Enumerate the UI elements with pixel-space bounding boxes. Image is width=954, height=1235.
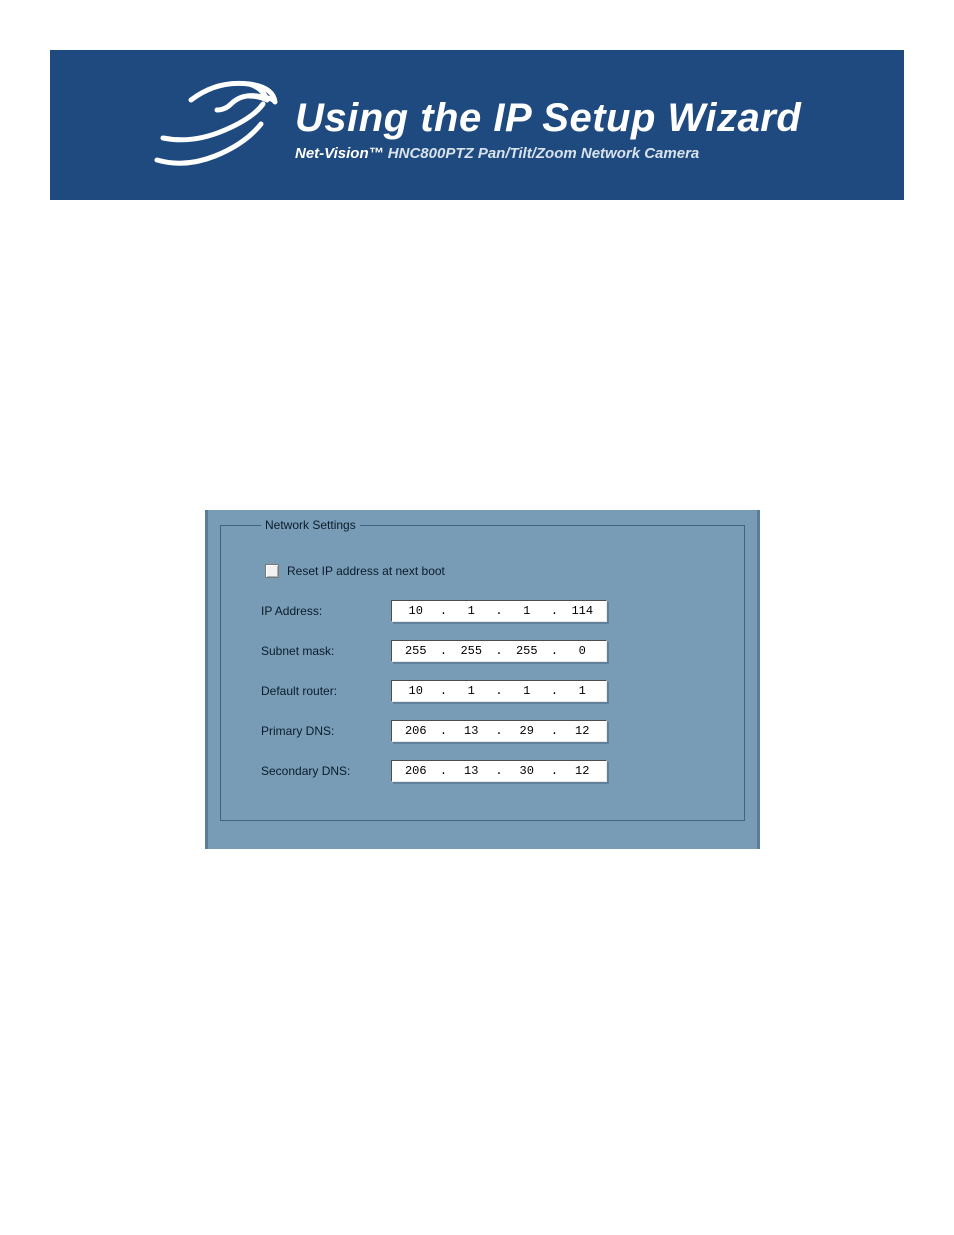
secondary-dns-input[interactable]: 206. 13. 30. 12	[391, 760, 607, 782]
primary-dns-label: Primary DNS:	[261, 724, 391, 738]
secondary-dns-label: Secondary DNS:	[261, 764, 391, 778]
reset-ip-checkbox[interactable]	[265, 564, 279, 578]
ip-octet[interactable]: 1	[559, 684, 607, 698]
ip-octet[interactable]: 12	[559, 764, 607, 778]
ip-octet[interactable]: 1	[503, 604, 551, 618]
primary-dns-input[interactable]: 206. 13. 29. 12	[391, 720, 607, 742]
ip-octet[interactable]: 1	[448, 604, 496, 618]
ip-address-input[interactable]: 10. 1. 1. 114	[391, 600, 607, 622]
subnet-mask-input[interactable]: 255. 255. 255. 0	[391, 640, 607, 662]
product-label: HNC800PTZ Pan/Tilt/Zoom Network Camera	[388, 145, 699, 162]
ip-octet[interactable]: 1	[503, 684, 551, 698]
ip-octet[interactable]: 255	[503, 644, 551, 658]
ip-octet[interactable]: 255	[392, 644, 440, 658]
network-settings-panel: Network Settings Reset IP address at nex…	[205, 510, 760, 849]
eagle-logo-icon	[145, 70, 285, 180]
ip-octet[interactable]: 114	[559, 604, 607, 618]
ip-octet[interactable]: 206	[392, 724, 440, 738]
ip-octet[interactable]: 12	[559, 724, 607, 738]
header-banner: Using the IP Setup Wizard Net-Vision™ HN…	[50, 50, 904, 200]
reset-ip-label: Reset IP address at next boot	[287, 564, 445, 578]
ip-octet[interactable]: 255	[448, 644, 496, 658]
network-settings-group: Network Settings Reset IP address at nex…	[220, 518, 745, 821]
page-subtitle: Net-Vision™ HNC800PTZ Pan/Tilt/Zoom Netw…	[295, 145, 801, 162]
ip-octet[interactable]: 13	[448, 764, 496, 778]
brand-label: Net-Vision™	[295, 145, 384, 162]
default-router-input[interactable]: 10. 1. 1. 1	[391, 680, 607, 702]
default-router-label: Default router:	[261, 684, 391, 698]
page-title: Using the IP Setup Wizard	[295, 97, 801, 139]
ip-address-label: IP Address:	[261, 604, 391, 618]
ip-octet[interactable]: 10	[392, 604, 440, 618]
ip-octet[interactable]: 10	[392, 684, 440, 698]
ip-octet[interactable]: 13	[448, 724, 496, 738]
ip-octet[interactable]: 0	[559, 644, 607, 658]
ip-octet[interactable]: 29	[503, 724, 551, 738]
subnet-mask-label: Subnet mask:	[261, 644, 391, 658]
group-legend: Network Settings	[261, 518, 360, 532]
ip-octet[interactable]: 206	[392, 764, 440, 778]
ip-octet[interactable]: 1	[448, 684, 496, 698]
ip-octet[interactable]: 30	[503, 764, 551, 778]
